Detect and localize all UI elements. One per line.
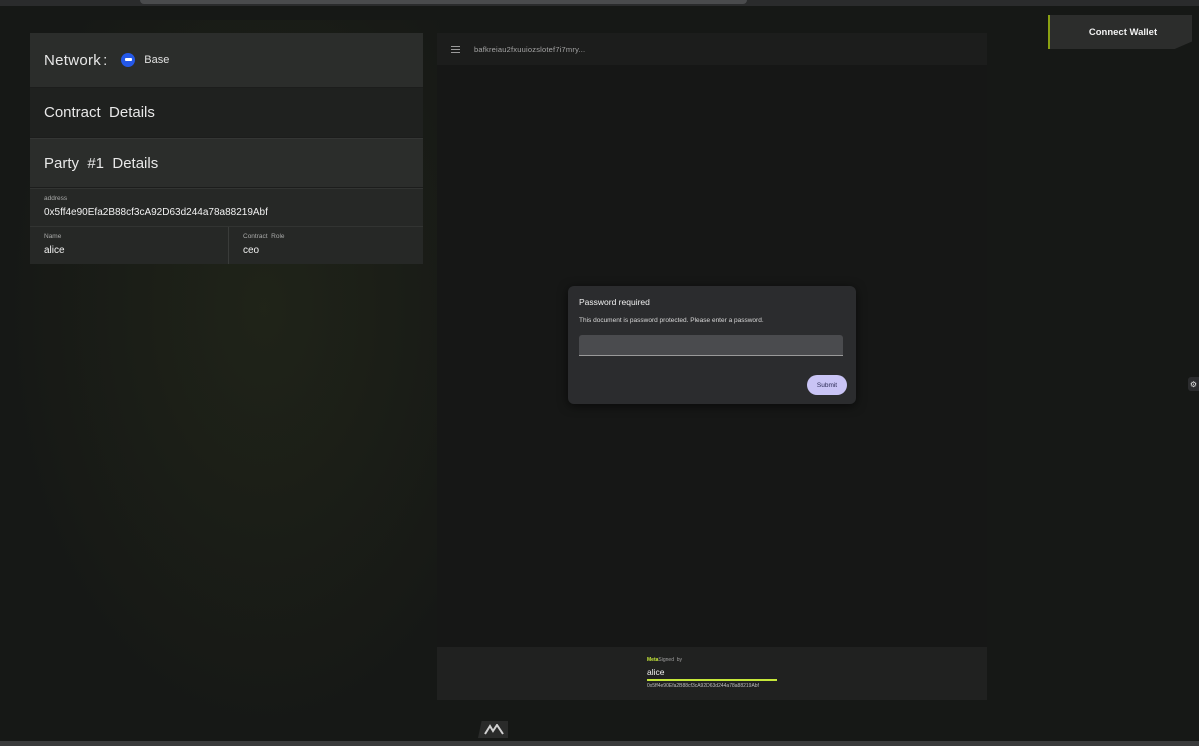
signature-address: 0x5ff4e90Efa2B88cf3cA92D63d244a78a88219A… (647, 683, 759, 689)
party-role-field: Contract Role ceo (228, 227, 299, 264)
viewer-toolbar: bafkreiau2fxuuiozslotef7i7mry... (437, 33, 987, 65)
party-address-row: address 0x5ff4e90Efa2B88cf3cA92D63d244a7… (30, 188, 423, 226)
network-label: Network (44, 51, 102, 69)
signed-by-label: Signed by (658, 657, 683, 663)
signature-name: alice (647, 667, 777, 681)
signature-block: MetaSigned by alice 0x5ff4e90Efa2B88cf3c… (647, 657, 777, 689)
signature-brand: Meta (647, 657, 659, 663)
password-input[interactable] (579, 335, 843, 356)
contract-info-panel: Network : Base Contract Details Party #1… (30, 33, 423, 264)
network-colon: : (103, 51, 108, 69)
accessibility-toggle-icon[interactable]: ⚙ (1188, 377, 1199, 391)
party-details-title: Party #1 Details (44, 154, 159, 172)
document-filename: bafkreiau2fxuuiozslotef7i7mry... (474, 44, 586, 54)
network-row: Network : Base (30, 33, 423, 88)
dialog-title: Password required (579, 297, 650, 307)
role-value: ceo (243, 245, 260, 256)
party-name-role-row: Name alice Contract Role ceo (30, 226, 423, 264)
password-dialog: Password required This document is passw… (568, 286, 856, 404)
address-value: 0x5ff4e90Efa2B88cf3cA92D63d244a78a88219A… (44, 207, 268, 218)
menu-icon[interactable] (451, 45, 460, 53)
party-details-header[interactable]: Party #1 Details (30, 138, 423, 188)
base-chain-icon (121, 53, 136, 67)
top-scroll-track (140, 0, 747, 4)
metasigned-logo-icon (478, 721, 508, 738)
connect-wallet-label: Connect Wallet (1088, 26, 1158, 38)
name-value: alice (44, 245, 65, 256)
role-label: Contract Role (243, 233, 285, 240)
browser-top-bar (0, 0, 1199, 6)
contract-details-title: Contract Details (44, 104, 155, 121)
dialog-message: This document is password protected. Ple… (579, 317, 764, 324)
party-address-field: address 0x5ff4e90Efa2B88cf3cA92D63d244a7… (30, 189, 282, 226)
name-label: Name (44, 233, 62, 240)
party-name-field: Name alice (30, 227, 228, 264)
address-label: address (44, 195, 68, 202)
signature-panel: MetaSigned by alice 0x5ff4e90Efa2B88cf3c… (437, 647, 987, 700)
connect-wallet-button[interactable]: Connect Wallet (1048, 15, 1192, 49)
contract-details-header[interactable]: Contract Details (30, 88, 423, 138)
submit-button[interactable]: Submit (807, 375, 847, 395)
signature-header: MetaSigned by (647, 657, 777, 663)
bottom-bar (0, 741, 1199, 746)
network-chain-name: Base (144, 54, 170, 66)
